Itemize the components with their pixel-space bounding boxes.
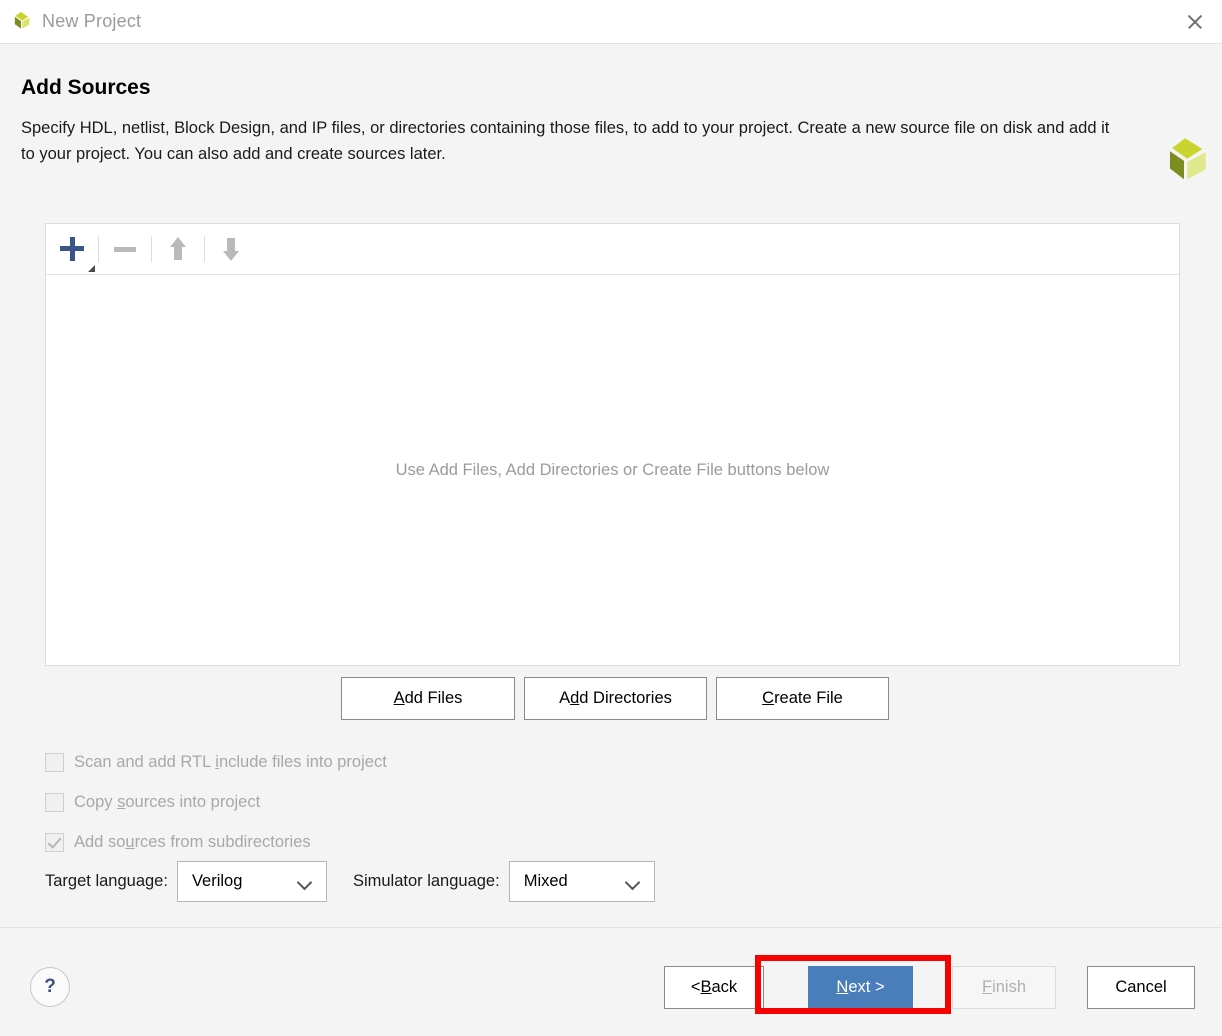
option-label-scan-rtl: Scan and add RTL include files into proj… — [74, 753, 387, 772]
back-button[interactable]: < Back — [664, 966, 764, 1009]
opt2-pre: Add so — [74, 832, 126, 851]
checkbox-copy-sources[interactable] — [45, 792, 64, 812]
target-language-value: Verilog — [191, 872, 243, 890]
next-button[interactable]: Next > — [808, 966, 913, 1009]
simulator-language-value: Mixed — [523, 872, 568, 890]
add-files-label-pre: A — [393, 689, 405, 707]
add-directories-label-post: d Directories — [579, 689, 672, 707]
page-header: Add Sources Specify HDL, netlist, Block … — [0, 45, 1222, 205]
create-file-mnemonic: C — [762, 689, 775, 707]
chevron-down-icon — [627, 877, 638, 888]
add-files-label-post: dd Files — [404, 689, 463, 707]
next-label-post: ext > — [848, 978, 885, 996]
chevron-down-icon — [88, 265, 95, 272]
source-action-buttons: Add Files Add Directories Create File — [341, 677, 889, 720]
opt0-pre: Scan and add RTL — [74, 752, 216, 771]
target-language-select[interactable]: Verilog — [176, 861, 327, 902]
page-description: Specify HDL, netlist, Block Design, and … — [21, 119, 1110, 163]
sources-panel: Use Add Files, Add Directories or Create… — [45, 223, 1180, 666]
add-files-button[interactable]: Add Files — [341, 677, 515, 720]
option-label-add-subdirs: Add sources from subdirectories — [74, 833, 311, 852]
window-title: New Project — [42, 11, 142, 31]
opt1-post: ources into project — [125, 792, 261, 811]
opt2-mnemonic: u — [125, 832, 135, 851]
finish-mnemonic: F — [981, 978, 993, 996]
xilinx-brand-logo-icon — [1157, 135, 1211, 189]
opt0-post: nclude files into project — [218, 752, 387, 771]
finish-label-post: inish — [992, 978, 1027, 996]
move-down-button[interactable] — [205, 224, 257, 274]
target-language-label: Target language: — [45, 872, 168, 890]
language-settings: Target language: Verilog Simulator langu… — [45, 861, 655, 902]
back-mnemonic: B — [700, 978, 712, 996]
add-directories-label-pre: A — [559, 689, 571, 707]
simulator-language-select[interactable]: Mixed — [508, 861, 655, 902]
next-mnemonic: N — [836, 978, 849, 996]
option-copy-sources-into-project[interactable]: Copy sources into project — [45, 782, 387, 822]
footer-divider — [0, 927, 1222, 928]
chevron-down-icon — [299, 877, 310, 888]
finish-button: Finish — [952, 966, 1056, 1009]
cancel-label: Cancel — [1115, 978, 1167, 996]
back-label-post: ack — [711, 978, 738, 996]
back-label-pre: < — [690, 978, 701, 996]
opt1-pre: Copy — [74, 792, 118, 811]
checkbox-scan-rtl-include-files[interactable] — [45, 752, 64, 772]
sources-toolbar — [46, 224, 1179, 275]
arrow-down-icon — [220, 237, 242, 261]
help-button[interactable]: ? — [30, 967, 70, 1007]
source-options: Scan and add RTL include files into proj… — [45, 742, 387, 862]
close-icon[interactable] — [1182, 9, 1208, 35]
remove-button[interactable] — [99, 224, 151, 274]
checkbox-add-sources-subdirectories[interactable] — [45, 832, 64, 852]
plus-icon — [60, 237, 84, 261]
add-directories-mnemonic: d — [570, 689, 580, 707]
minus-icon — [114, 246, 136, 252]
simulator-language-label: Simulator language: — [352, 872, 500, 890]
option-add-sources-from-subdirectories[interactable]: Add sources from subdirectories — [45, 822, 387, 862]
window-titlebar: New Project — [0, 0, 1222, 44]
cancel-button[interactable]: Cancel — [1087, 966, 1195, 1009]
arrow-up-icon — [167, 237, 189, 261]
add-directories-button[interactable]: Add Directories — [524, 677, 707, 720]
sources-list-area[interactable]: Use Add Files, Add Directories or Create… — [46, 275, 1179, 665]
create-file-button[interactable]: Create File — [716, 677, 889, 720]
create-file-label-post: reate File — [774, 689, 843, 707]
option-label-copy-sources: Copy sources into project — [74, 793, 260, 812]
add-button[interactable] — [46, 224, 98, 274]
page-title: Add Sources — [21, 76, 151, 99]
empty-list-hint: Use Add Files, Add Directories or Create… — [395, 460, 830, 479]
option-scan-rtl-include-files[interactable]: Scan and add RTL include files into proj… — [45, 742, 387, 782]
opt2-post: rces from subdirectories — [134, 832, 311, 851]
xilinx-logo-icon — [10, 11, 32, 33]
move-up-button[interactable] — [152, 224, 204, 274]
